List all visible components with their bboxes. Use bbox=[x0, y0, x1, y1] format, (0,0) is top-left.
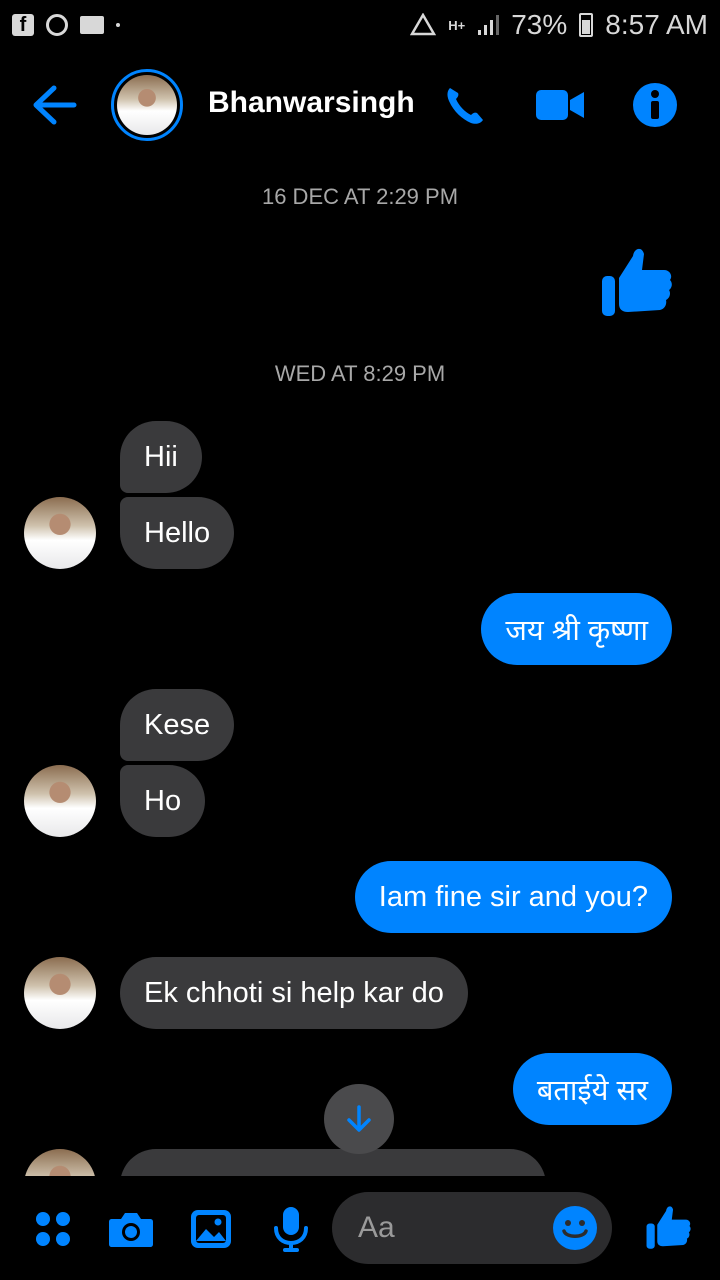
sender-avatar[interactable] bbox=[24, 765, 96, 837]
arrow-down-icon bbox=[347, 1105, 371, 1132]
phone-icon bbox=[447, 88, 483, 124]
apps-icon bbox=[36, 1212, 70, 1246]
avatar-image bbox=[117, 75, 177, 135]
outgoing-message[interactable]: जय श्री कृष्णा bbox=[481, 593, 672, 665]
video-camera-icon bbox=[536, 90, 584, 120]
status-left: f bbox=[12, 14, 120, 36]
emoji-button[interactable] bbox=[552, 1205, 598, 1251]
battery-percent: 73% bbox=[511, 9, 568, 40]
microphone-icon bbox=[274, 1207, 308, 1252]
sent-like bbox=[598, 242, 674, 318]
send-like-button[interactable] bbox=[642, 1200, 694, 1252]
clock: 8:57 AM bbox=[605, 9, 708, 40]
info-button[interactable] bbox=[632, 82, 682, 128]
sender-avatar[interactable] bbox=[24, 957, 96, 1029]
outgoing-message[interactable]: बताईये सर bbox=[512, 1053, 672, 1125]
message-input[interactable] bbox=[356, 1210, 540, 1246]
sender-avatar[interactable] bbox=[24, 1149, 96, 1176]
incoming-message[interactable]: Hello bbox=[120, 497, 235, 569]
emoji-icon bbox=[553, 1206, 597, 1250]
status-right: H+ 73% 8:57 AM bbox=[410, 9, 708, 41]
gallery-icon bbox=[191, 1210, 231, 1248]
arrow-left-icon bbox=[33, 85, 77, 125]
voice-call-button[interactable] bbox=[440, 82, 490, 128]
incoming-message[interactable]: Kese bbox=[120, 689, 235, 761]
incoming-message-partial[interactable] bbox=[120, 1149, 546, 1176]
status-bar: f H+ 73% 8:57 AM bbox=[0, 0, 720, 50]
sender-avatar[interactable] bbox=[24, 497, 96, 569]
folder-icon bbox=[80, 16, 104, 34]
thumbs-up-icon bbox=[646, 1206, 691, 1249]
avatar-image bbox=[24, 765, 96, 837]
messenger-chat-screen: f H+ 73% 8:57 AM Bhanwarsingh 16 DEC AT … bbox=[0, 0, 720, 1280]
conversation-header: Bhanwarsingh bbox=[0, 60, 720, 150]
avatar-image bbox=[24, 957, 96, 1029]
data-saver-icon bbox=[410, 13, 437, 36]
apps-button[interactable] bbox=[30, 1206, 76, 1252]
camera-button[interactable] bbox=[108, 1206, 154, 1252]
dot-icon bbox=[116, 23, 120, 27]
contact-avatar[interactable] bbox=[111, 69, 183, 141]
network-type: H+ bbox=[448, 17, 466, 33]
facebook-icon: f bbox=[12, 14, 34, 36]
battery-icon bbox=[579, 13, 594, 37]
chrome-icon bbox=[46, 14, 68, 36]
timestamp: WED AT 8:29 PM bbox=[274, 361, 446, 386]
gallery-button[interactable] bbox=[188, 1206, 234, 1252]
video-call-button[interactable] bbox=[535, 82, 585, 128]
timestamp: 16 DEC AT 2:29 PM bbox=[261, 184, 459, 209]
contact-name[interactable]: Bhanwarsingh bbox=[208, 86, 415, 120]
composer-bar bbox=[0, 1176, 720, 1280]
outgoing-message[interactable]: Iam fine sir and you? bbox=[354, 861, 672, 933]
incoming-message[interactable]: Ek chhoti si help kar do bbox=[120, 957, 468, 1029]
avatar-image bbox=[24, 497, 96, 569]
camera-icon bbox=[109, 1213, 153, 1247]
back-button[interactable] bbox=[30, 82, 80, 128]
info-icon bbox=[633, 83, 677, 127]
message-list[interactable]: 16 DEC AT 2:29 PM WED AT 8:29 PM Hii Hel… bbox=[0, 150, 720, 1176]
scroll-to-bottom-button[interactable] bbox=[324, 1084, 394, 1154]
message-input-container[interactable] bbox=[332, 1192, 612, 1264]
avatar-image bbox=[24, 1149, 96, 1176]
incoming-message[interactable]: Ho bbox=[120, 765, 206, 837]
incoming-message[interactable]: Hii bbox=[120, 421, 202, 493]
thumbs-up-icon bbox=[602, 248, 672, 316]
voice-record-button[interactable] bbox=[268, 1206, 314, 1252]
signal-icon bbox=[478, 15, 500, 35]
